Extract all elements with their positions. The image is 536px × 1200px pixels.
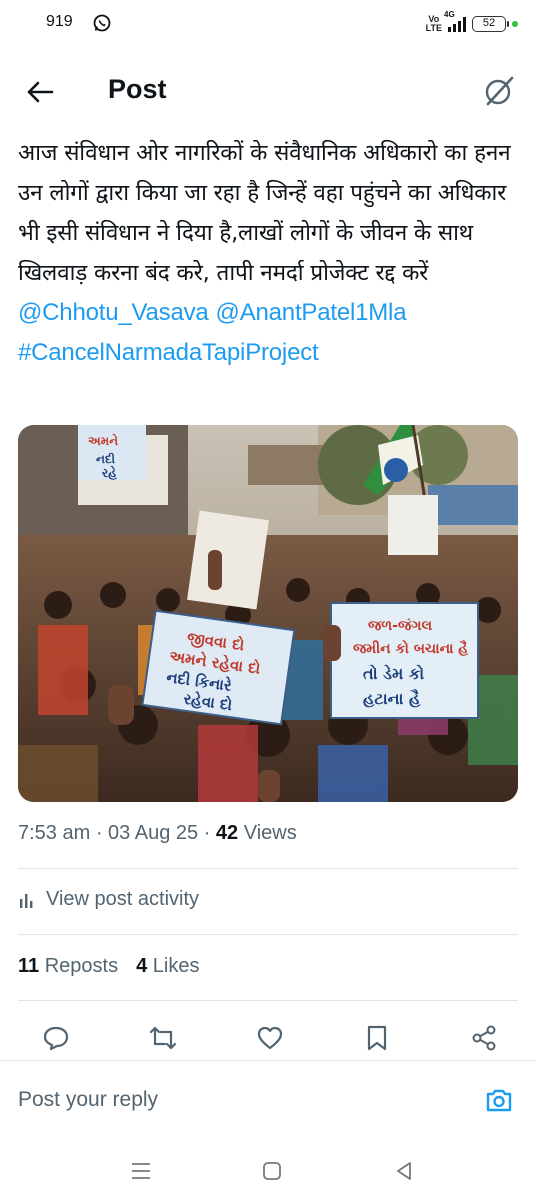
- divider: [18, 868, 518, 869]
- svg-text:રહે: રહે: [102, 465, 117, 480]
- battery-icon: 52: [472, 16, 509, 32]
- hashtag-link[interactable]: #CancelNarmadaTapiProject: [18, 339, 319, 366]
- svg-text:નદી: નદી: [96, 451, 116, 466]
- status-indicators: Vo LTE 4G 52: [425, 10, 518, 35]
- back-triangle-icon: [397, 1162, 411, 1180]
- protest-photo: જીવવા દો અમને રહેવા દો નદી કિનારે રહેવા …: [18, 425, 518, 802]
- views-label: Views: [238, 822, 297, 844]
- engagement-counts: 11 Reposts 4 Likes: [18, 955, 199, 978]
- views-count: 42: [215, 822, 239, 844]
- post-time: 7:53 am: [18, 822, 91, 844]
- meta-separator: ·: [198, 822, 216, 844]
- svg-text:જળ-જંગલ: જળ-જંગલ: [368, 618, 432, 634]
- divider: [18, 1000, 518, 1001]
- like-icon: [257, 1026, 283, 1050]
- volte-label: Vo LTE: [425, 14, 442, 33]
- recents-icon: [132, 1163, 150, 1179]
- likes-label: Likes: [147, 955, 200, 977]
- post-image[interactable]: જીવવા દો અમને રહેવા દો નદી કિનારે રહેવા …: [18, 425, 518, 802]
- signal-icon: 4G: [444, 10, 466, 32]
- repost-button[interactable]: [147, 1022, 179, 1054]
- bookmark-button[interactable]: [361, 1022, 393, 1054]
- share-button[interactable]: [468, 1022, 500, 1054]
- reply-button[interactable]: [40, 1022, 72, 1054]
- likes-count: 4: [136, 955, 148, 977]
- status-time: 919: [46, 13, 73, 30]
- home-icon: [263, 1162, 281, 1180]
- mention-link[interactable]: @AnantPatel1Mla: [216, 299, 407, 326]
- repost-icon: [149, 1026, 177, 1050]
- header: Post: [0, 60, 536, 122]
- home-button[interactable]: [257, 1156, 287, 1186]
- status-bar: 919 Vo LTE 4G 52: [0, 0, 536, 48]
- reposts-label: Reposts: [39, 955, 119, 977]
- reply-bar: [0, 1060, 536, 1142]
- action-bar: [22, 1018, 514, 1058]
- bar-chart-icon: [20, 893, 33, 908]
- view-activity-button[interactable]: View post activity: [18, 888, 199, 911]
- post-meta: 7:53 am · 03 Aug 25 · 42 Views: [18, 822, 297, 845]
- post-tags: @Chhotu_Vasava @AnantPatel1Mla #CancelNa…: [18, 293, 518, 373]
- svg-text:તો ડેમ કો: તો ડેમ કો: [363, 663, 424, 683]
- svg-text:જમીન કો બચાના હૈ: જમીન કો બચાના હૈ: [353, 639, 469, 657]
- grok-button[interactable]: [480, 72, 518, 110]
- post-text: आज संविधान ओर नागरिकों के संवैधानिक अधिक…: [18, 133, 518, 373]
- back-button[interactable]: [22, 74, 58, 110]
- reposts-count-link[interactable]: 11 Reposts: [18, 955, 118, 978]
- share-icon: [472, 1025, 496, 1051]
- reposts-count: 11: [18, 955, 40, 977]
- view-activity-label: View post activity: [46, 888, 200, 910]
- svg-text:હટાના હૈ: હટાના હૈ: [363, 688, 421, 708]
- like-button[interactable]: [254, 1022, 286, 1054]
- meta-separator: ·: [90, 822, 109, 844]
- arrow-left-icon: [27, 81, 54, 103]
- whatsapp-icon: [92, 13, 112, 33]
- camera-button[interactable]: [482, 1083, 516, 1117]
- recents-button[interactable]: [126, 1156, 156, 1186]
- post-body: आज संविधान ओर नागरिकों के संवैधानिक अधिक…: [18, 140, 511, 286]
- network-label: 4G: [444, 10, 455, 19]
- privacy-dot: [512, 21, 518, 27]
- page-title: Post: [108, 74, 167, 104]
- svg-text:અમને: અમને: [88, 433, 118, 448]
- back-nav-button[interactable]: [389, 1156, 419, 1186]
- divider: [18, 934, 518, 935]
- reply-input[interactable]: [18, 1085, 458, 1115]
- grok-icon: [485, 76, 514, 106]
- bookmark-icon: [367, 1025, 387, 1051]
- camera-icon: [486, 1089, 512, 1112]
- reply-icon: [43, 1026, 69, 1051]
- post-date: 03 Aug 25: [108, 822, 199, 844]
- system-nav-bar: [0, 1142, 536, 1200]
- likes-count-link[interactable]: 4 Likes: [136, 955, 199, 978]
- mention-link[interactable]: @Chhotu_Vasava: [18, 299, 209, 326]
